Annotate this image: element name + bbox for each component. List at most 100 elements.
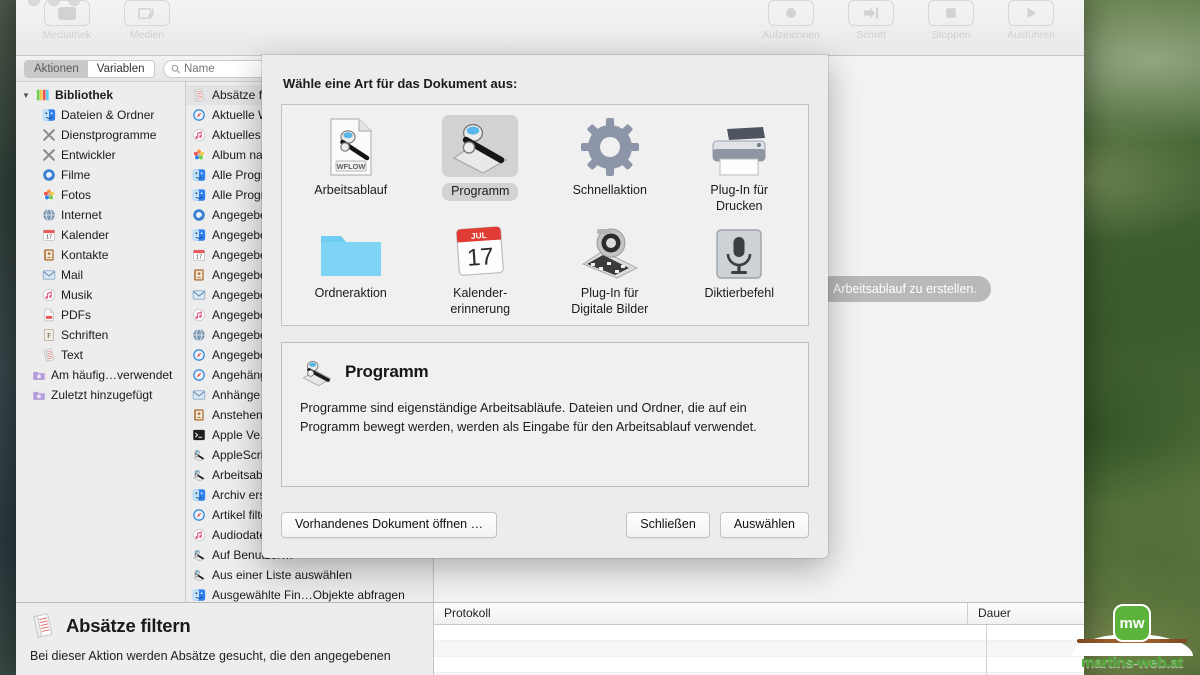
library-tree-item[interactable]: ▼ Bibliothek bbox=[16, 85, 185, 105]
textedit-icon bbox=[192, 88, 206, 102]
toolbar-button-medien[interactable]: Medien bbox=[114, 0, 180, 41]
toolbar-button-schritt[interactable]: Schritt bbox=[838, 0, 904, 41]
description-text: Programme sind eigenständige Arbeitsablä… bbox=[300, 400, 757, 434]
library-tree-item-label: PDFs bbox=[61, 308, 91, 322]
document-type-option[interactable]: JUL 17 Kalender-erinnerung bbox=[416, 218, 546, 321]
action-list-item-label: Aus einer Liste auswählen bbox=[212, 568, 353, 582]
tab-variablen[interactable]: Variablen bbox=[87, 60, 154, 77]
document-type-label: Schnellaktion bbox=[572, 183, 647, 197]
library-tree-item-label: Zuletzt hinzugefügt bbox=[51, 388, 153, 402]
log-pane: Protokoll Dauer bbox=[434, 602, 1084, 675]
library-tree-item[interactable]: Kontakte bbox=[16, 245, 185, 265]
library-tree-item[interactable]: Dateien & Ordner bbox=[16, 105, 185, 125]
search-icon bbox=[171, 64, 180, 73]
action-list-item[interactable]: Ausgewählte Fin…Objekte abfragen bbox=[186, 585, 433, 602]
library-tree-item[interactable]: Text bbox=[16, 345, 185, 365]
automator-robot-icon bbox=[442, 115, 519, 177]
library-tree-item[interactable]: Filme bbox=[16, 165, 185, 185]
toolbar-label-ausfuehren: Ausführen bbox=[1007, 29, 1055, 41]
close-button[interactable]: Schließen bbox=[626, 512, 710, 538]
library-tree-item[interactable]: Musik bbox=[16, 285, 185, 305]
svg-text:17: 17 bbox=[466, 243, 495, 272]
document-type-sheet: Wähle eine Art für das Dokument aus: WFL… bbox=[262, 55, 828, 558]
action-info-panel: Absätze filtern Bei dieser Aktion werden… bbox=[16, 602, 434, 675]
smart-folder-icon bbox=[32, 388, 46, 402]
globe-icon bbox=[192, 328, 206, 342]
document-type-option[interactable]: WFLOW Arbeitsablauf bbox=[286, 115, 416, 218]
library-tree-item-label: Entwickler bbox=[61, 148, 116, 162]
toolbar-button-aufzeichnen[interactable]: Aufzeichnen bbox=[758, 0, 824, 41]
library-tree[interactable]: ▼ Bibliothek Dateien & Ordner Dienstprogram… bbox=[16, 82, 186, 602]
terminal-icon bbox=[192, 428, 206, 442]
document-type-option[interactable]: Schnellaktion bbox=[545, 115, 675, 218]
library-tree-item[interactable]: F Schriften bbox=[16, 325, 185, 345]
action-list-item[interactable]: Aus einer Liste auswählen bbox=[186, 565, 433, 585]
toolbar-button-stoppen[interactable]: Stoppen bbox=[918, 0, 984, 41]
image-capture-icon bbox=[577, 218, 643, 280]
toolbar-button-mediathek[interactable]: Mediathek bbox=[34, 0, 100, 41]
applescript-icon bbox=[192, 468, 206, 482]
open-existing-document-button[interactable]: Vorhandenes Dokument öffnen … bbox=[281, 512, 498, 538]
document-type-label: Programm bbox=[442, 183, 519, 201]
pdf-doc-icon bbox=[42, 308, 56, 322]
printer-icon bbox=[707, 115, 771, 177]
mail-icon bbox=[42, 268, 56, 282]
desktop-wallpaper-left-edge bbox=[0, 0, 16, 675]
library-tree-item-label: Text bbox=[61, 348, 84, 362]
automator-robot-icon bbox=[302, 360, 332, 387]
calendar-icon: 17 bbox=[192, 248, 206, 262]
library-tree-item[interactable]: Internet bbox=[16, 205, 185, 225]
document-type-option[interactable]: Diktierbefehl bbox=[675, 218, 805, 321]
choose-button[interactable]: Auswählen bbox=[719, 512, 809, 538]
document-type-grid[interactable]: WFLOW Arbeitsablauf Programm Schnellakti… bbox=[281, 104, 809, 326]
safari-icon bbox=[192, 348, 206, 362]
library-panel-icon bbox=[44, 0, 90, 26]
library-tree-item-label: Dienstprogramme bbox=[61, 128, 157, 142]
library-tree-item[interactable]: Zuletzt hinzugefügt bbox=[16, 385, 185, 405]
record-circle-icon bbox=[768, 0, 814, 26]
document-type-option[interactable]: Plug-In für Digitale Bilder bbox=[545, 218, 675, 321]
wflow-document-icon: WFLOW bbox=[325, 115, 377, 177]
utilities-x-icon bbox=[42, 128, 56, 142]
document-type-label: Plug-In für Digitale Bilder bbox=[571, 286, 649, 316]
library-tabs[interactable]: Aktionen Variablen bbox=[24, 59, 155, 78]
svg-text:F: F bbox=[47, 331, 51, 340]
library-tree-item-label: Schriften bbox=[61, 328, 109, 342]
library-tree-item[interactable]: PDFs bbox=[16, 305, 185, 325]
toolbar-button-ausfuehren[interactable]: Ausführen bbox=[998, 0, 1064, 41]
log-column-protokoll[interactable]: Protokoll bbox=[434, 603, 968, 624]
document-type-option[interactable]: Ordneraktion bbox=[286, 218, 416, 321]
library-tree-item-label: Kontakte bbox=[61, 248, 109, 262]
action-info-title: Absätze filtern bbox=[66, 615, 191, 636]
photos-app-icon bbox=[192, 148, 206, 162]
hint-bubble: Arbeitsablauf zu erstellen. bbox=[819, 276, 991, 302]
library-tree-item[interactable]: Entwickler bbox=[16, 145, 185, 165]
document-type-description-box: Programm Programme sind eigenständige Ar… bbox=[281, 342, 809, 487]
library-tree-item[interactable]: 17 Kalender bbox=[16, 225, 185, 245]
library-tree-item[interactable]: Dienstprogramme bbox=[16, 125, 185, 145]
document-type-label: Kalender-erinnerung bbox=[450, 286, 511, 316]
library-tree-item[interactable]: Mail bbox=[16, 265, 185, 285]
applescript-icon bbox=[192, 548, 206, 562]
safari-icon bbox=[192, 368, 206, 382]
tab-aktionen[interactable]: Aktionen bbox=[25, 60, 88, 77]
svg-text:17: 17 bbox=[196, 255, 202, 261]
developer-x-icon bbox=[42, 148, 56, 162]
library-tree-item-label: Musik bbox=[61, 288, 93, 302]
log-column-dauer[interactable]: Dauer bbox=[968, 603, 1084, 624]
fontbook-icon: F bbox=[42, 328, 56, 342]
document-type-option[interactable]: Programm bbox=[416, 115, 546, 218]
quicktime-icon bbox=[192, 208, 206, 222]
document-type-label: Arbeitsablauf bbox=[314, 183, 388, 197]
toolbar-right-group: Aufzeichnen Schritt Stoppen Ausführen bbox=[758, 0, 1064, 41]
music-note-icon bbox=[192, 528, 206, 542]
library-tree-item[interactable]: Am häufig…verwendet bbox=[16, 365, 185, 385]
library-tree-item[interactable]: Fotos bbox=[16, 185, 185, 205]
disclosure-triangle-icon[interactable]: ▼ bbox=[22, 91, 31, 100]
library-tree-item-label: Am häufig…verwendet bbox=[51, 368, 173, 382]
toolbar-label-schritt: Schritt bbox=[856, 29, 886, 41]
document-type-option[interactable]: Plug-In für Drucken bbox=[675, 115, 805, 218]
textedit-icon bbox=[33, 613, 53, 638]
calendar-icon: 17 bbox=[42, 228, 56, 242]
toolbar-left-group: Mediathek Medien bbox=[34, 0, 180, 41]
